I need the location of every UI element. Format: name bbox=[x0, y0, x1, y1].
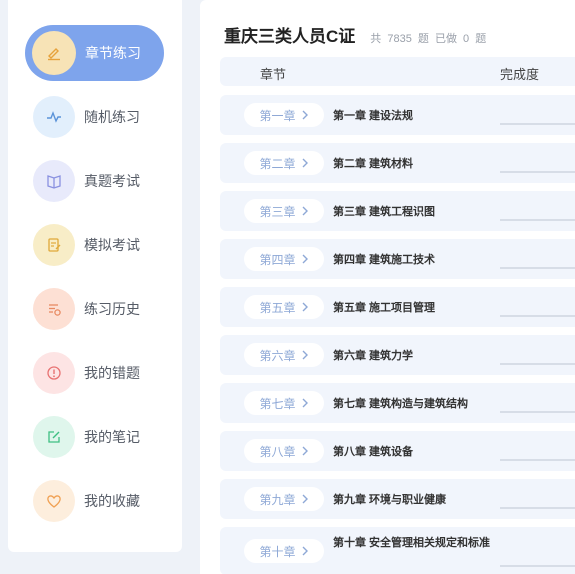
sidebar-item-label: 我的笔记 bbox=[84, 429, 140, 445]
stats-done-prefix: 已做 bbox=[434, 33, 457, 45]
chapter-number: 第七章 bbox=[259, 396, 296, 411]
sidebar-item-real-exam[interactable]: 真题考试 bbox=[25, 153, 164, 209]
history-list-icon bbox=[33, 288, 75, 330]
sidebar-item-label: 随机练习 bbox=[84, 109, 140, 125]
column-header-chapter: 章节 bbox=[260, 67, 287, 82]
chapter-button[interactable]: 第一章 bbox=[244, 103, 324, 127]
chapter-number: 第四章 bbox=[259, 252, 296, 267]
sidebar-item-chapter-practice[interactable]: 章节练习 bbox=[25, 25, 164, 81]
chapter-number: 第二章 bbox=[259, 156, 296, 171]
progress-bar bbox=[500, 507, 575, 509]
stats-total-prefix: 共 bbox=[370, 33, 382, 45]
document-edit-icon bbox=[33, 224, 75, 266]
progress-bar bbox=[500, 363, 575, 365]
sidebar-item-label: 我的收藏 bbox=[84, 493, 140, 509]
progress-bar bbox=[500, 315, 575, 317]
stats-total-unit: 题 bbox=[417, 33, 429, 45]
chapter-number: 第十章 bbox=[259, 544, 296, 559]
chapter-button[interactable]: 第二章 bbox=[244, 151, 324, 175]
chapter-button[interactable]: 第六章 bbox=[244, 343, 324, 367]
chapter-row[interactable]: 第三章 第三章 建筑工程识图 bbox=[220, 191, 575, 231]
chapter-number: 第八章 bbox=[259, 444, 296, 459]
chapter-number: 第三章 bbox=[259, 204, 296, 219]
question-stats: 共 7835 题 已做 0 题 bbox=[370, 30, 489, 46]
chapter-title: 第二章 建筑材料 bbox=[333, 158, 414, 170]
stats-done-unit: 题 bbox=[475, 33, 487, 45]
progress-bar bbox=[500, 123, 575, 125]
chevron-right-icon bbox=[302, 446, 309, 456]
stats-total-count: 7835 bbox=[387, 33, 412, 45]
sidebar-item-notes[interactable]: 我的笔记 bbox=[25, 409, 164, 465]
progress-bar bbox=[500, 411, 575, 413]
chapter-title: 第一章 建设法规 bbox=[333, 110, 414, 122]
chevron-right-icon bbox=[302, 206, 309, 216]
chapter-button[interactable]: 第三章 bbox=[244, 199, 324, 223]
progress-bar bbox=[500, 267, 575, 269]
page-header: 重庆三类人员C证 共 7835 题 已做 0 题 bbox=[224, 22, 489, 47]
sidebar-item-label: 章节练习 bbox=[85, 45, 141, 61]
sidebar-item-label: 我的错题 bbox=[84, 365, 140, 381]
sidebar-item-label: 模拟考试 bbox=[84, 237, 140, 253]
chevron-right-icon bbox=[302, 302, 309, 312]
chapter-title: 第四章 建筑施工技术 bbox=[333, 254, 436, 266]
chevron-right-icon bbox=[302, 398, 309, 408]
progress-bar bbox=[500, 219, 575, 221]
chapter-number: 第五章 bbox=[259, 300, 296, 315]
chapter-row[interactable]: 第一章 第一章 建设法规 bbox=[220, 95, 575, 135]
chapter-row[interactable]: 第二章 第二章 建筑材料 bbox=[220, 143, 575, 183]
pulse-icon bbox=[33, 96, 75, 138]
chapter-row[interactable]: 第七章 第七章 建筑构造与建筑结构 bbox=[220, 383, 575, 423]
chevron-right-icon bbox=[302, 546, 309, 556]
chapter-number: 第九章 bbox=[259, 492, 296, 507]
chapter-title: 第十章 安全管理相关规定和标准 bbox=[333, 537, 491, 549]
chevron-right-icon bbox=[302, 158, 309, 168]
heart-icon bbox=[33, 480, 75, 522]
chapter-button[interactable]: 第七章 bbox=[244, 391, 324, 415]
sidebar-item-label: 练习历史 bbox=[84, 301, 140, 317]
chapter-row[interactable]: 第九章 第九章 环境与职业健康 bbox=[220, 479, 575, 519]
book-icon bbox=[33, 160, 75, 202]
chapter-row[interactable]: 第五章 第五章 施工项目管理 bbox=[220, 287, 575, 327]
chapter-title: 第三章 建筑工程识图 bbox=[333, 206, 436, 218]
alert-circle-icon bbox=[33, 352, 75, 394]
chevron-right-icon bbox=[302, 254, 309, 264]
sidebar: 章节练习 随机练习 真题考试 模拟考试 练习历史 我的错题 我的笔记 我的收藏 bbox=[8, 0, 182, 552]
chapter-number: 第六章 bbox=[259, 348, 296, 363]
chapter-title: 第六章 建筑力学 bbox=[333, 350, 414, 362]
chapter-row[interactable]: 第十章 第十章 安全管理相关规定和标准 bbox=[220, 527, 575, 574]
chapter-title: 第七章 建筑构造与建筑结构 bbox=[333, 398, 469, 410]
chapter-title: 第八章 建筑设备 bbox=[333, 446, 414, 458]
chapter-number: 第一章 bbox=[259, 108, 296, 123]
progress-bar bbox=[500, 565, 575, 567]
chapter-button[interactable]: 第四章 bbox=[244, 247, 324, 271]
sidebar-item-favorites[interactable]: 我的收藏 bbox=[25, 473, 164, 529]
chapter-row[interactable]: 第八章 第八章 建筑设备 bbox=[220, 431, 575, 471]
chapter-title: 第九章 环境与职业健康 bbox=[333, 494, 447, 506]
sidebar-item-random-practice[interactable]: 随机练习 bbox=[25, 89, 164, 145]
chapter-row[interactable]: 第六章 第六章 建筑力学 bbox=[220, 335, 575, 375]
page-title: 重庆三类人员C证 bbox=[224, 27, 356, 46]
chapter-button[interactable]: 第五章 bbox=[244, 295, 324, 319]
stats-done-count: 0 bbox=[463, 33, 470, 45]
sidebar-item-wrong-questions[interactable]: 我的错题 bbox=[25, 345, 164, 401]
progress-bar bbox=[500, 459, 575, 461]
chapter-title: 第五章 施工项目管理 bbox=[333, 302, 436, 314]
pencil-icon bbox=[32, 31, 76, 75]
chapter-button[interactable]: 第十章 bbox=[244, 539, 324, 563]
sidebar-item-label: 真题考试 bbox=[84, 173, 140, 189]
chapter-button[interactable]: 第八章 bbox=[244, 439, 324, 463]
chevron-right-icon bbox=[302, 350, 309, 360]
main-panel: 重庆三类人员C证 共 7835 题 已做 0 题 章节 完成度 第一章 第一章 … bbox=[200, 0, 575, 574]
note-edit-icon bbox=[33, 416, 75, 458]
chapter-row[interactable]: 第四章 第四章 建筑施工技术 bbox=[220, 239, 575, 279]
sidebar-item-mock-exam[interactable]: 模拟考试 bbox=[25, 217, 164, 273]
progress-bar bbox=[500, 171, 575, 173]
chevron-right-icon bbox=[302, 494, 309, 504]
table-header: 章节 完成度 bbox=[220, 57, 575, 86]
chapter-button[interactable]: 第九章 bbox=[244, 487, 324, 511]
chevron-right-icon bbox=[302, 110, 309, 120]
sidebar-item-history[interactable]: 练习历史 bbox=[25, 281, 164, 337]
column-header-progress: 完成度 bbox=[500, 67, 540, 82]
